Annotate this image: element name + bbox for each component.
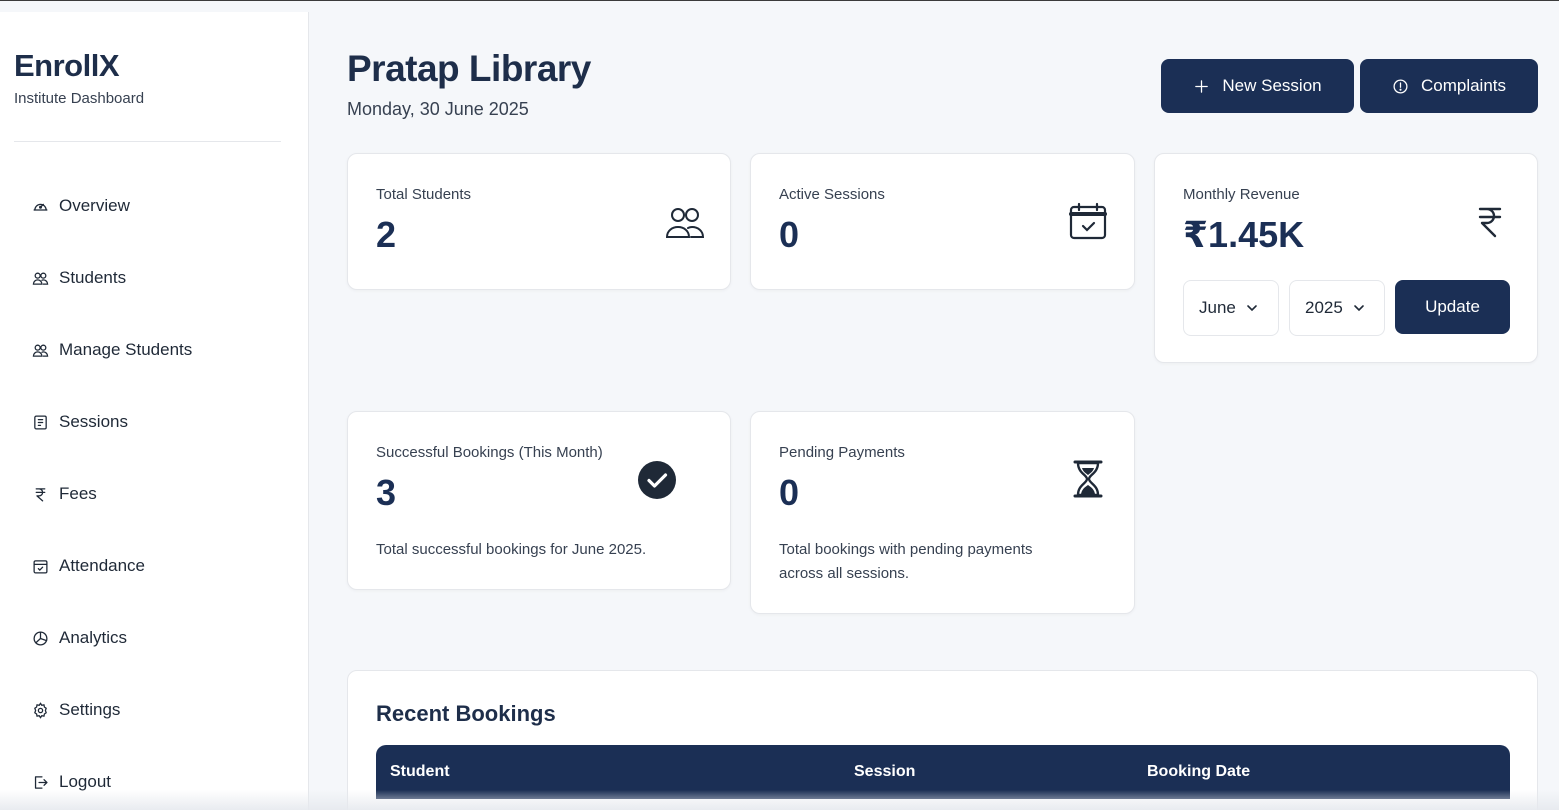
update-button[interactable]: Update [1395,280,1510,334]
sidebar-item-label: Fees [59,484,97,503]
column-header-student: Student [390,763,450,780]
sidebar-item-label: Students [59,268,127,287]
pie-chart-icon [33,630,48,646]
card-value: 0 [779,214,800,255]
sidebar-item-analytics[interactable]: Analytics [32,626,192,650]
sidebar-item-label: Attendance [59,556,146,575]
complaints-label: Complaints [1420,76,1507,95]
month-select[interactable]: June [1183,280,1279,336]
recent-bookings-panel: Recent Bookings Student Session Booking … [347,670,1538,810]
sidebar-item-students[interactable]: Students [32,266,192,290]
sidebar-item-label: Settings [59,700,121,719]
card-value: 2 [376,214,397,255]
sidebar-item-overview[interactable]: Overview [32,194,192,218]
sidebar-nav: Overview Students Manage Students Sessio… [32,194,192,810]
gauge-icon [33,203,48,211]
users-icon [665,208,705,238]
calendar-check-icon [1069,202,1107,240]
sidebar-item-label: Overview [59,196,130,215]
card-description: Total successful bookings for June 2025. [376,541,647,558]
recent-bookings-title: Recent Bookings [376,701,556,726]
page-date: Monday, 30 June 2025 [347,99,529,119]
gear-icon [34,701,47,719]
card-label: Successful Bookings (This Month) [376,444,603,461]
sidebar-item-manage-students[interactable]: Manage Students [32,338,192,362]
page-title: Pratap Library [347,48,591,89]
calendar-check-icon [33,559,48,574]
hourglass-icon [1073,460,1103,498]
active-sessions-card: Active Sessions 0 [750,153,1135,290]
brand-title: EnrollX [14,48,120,83]
users-icon [32,344,49,357]
monthly-revenue-card: Monthly Revenue ₹1.45K June 2025 Update [1154,153,1538,363]
card-value: ₹1.45K [1183,214,1305,255]
card-label: Total Students [376,186,472,203]
document-icon [34,414,47,430]
sidebar-item-attendance[interactable]: Attendance [32,554,192,578]
sidebar-item-sessions[interactable]: Sessions [32,410,192,434]
rupee-icon [1478,207,1502,238]
column-header-session: Session [854,763,916,780]
year-select-value: 2025 [1305,298,1343,317]
bottom-fade [0,790,1559,810]
card-label: Pending Payments [779,444,905,461]
column-header-booking-date: Booking Date [1147,763,1251,780]
card-description-line-1: Total bookings with pending payments [779,541,1033,558]
card-description-line-2: across all sessions. [779,565,910,582]
sidebar-item-label: Analytics [59,628,128,647]
check-circle-icon [638,461,676,499]
top-border [0,0,1559,1]
total-students-card: Total Students 2 [347,153,731,290]
logout-icon [34,775,48,789]
pending-payments-card: Pending Payments 0 Total bookings with p… [750,411,1135,614]
complaints-button[interactable]: Complaints [1360,59,1538,113]
alert-circle-icon [1393,78,1408,94]
sidebar: EnrollX Institute Dashboard Overview Stu… [0,12,309,810]
card-value: 3 [376,472,397,513]
card-label: Monthly Revenue [1183,186,1300,203]
sidebar-item-label: Logout [59,772,111,791]
users-icon [32,272,49,285]
card-label: Active Sessions [779,186,885,203]
new-session-button[interactable]: New Session [1161,59,1354,113]
month-select-value: June [1199,298,1236,317]
new-session-label: New Session [1222,76,1322,95]
brand: EnrollX Institute Dashboard [14,48,144,107]
plus-icon [1195,79,1209,93]
card-value: 0 [779,472,800,513]
rupee-icon [35,487,46,502]
successful-bookings-card: Successful Bookings (This Month) 3 Total… [347,411,731,590]
sidebar-item-label: Sessions [59,412,128,431]
year-select[interactable]: 2025 [1289,280,1385,336]
sidebar-item-settings[interactable]: Settings [32,698,192,722]
chevron-down-icon [1247,305,1257,312]
brand-subtitle: Institute Dashboard [14,90,145,107]
sidebar-item-fees[interactable]: Fees [32,482,192,506]
chevron-down-icon [1354,305,1364,312]
sidebar-divider [14,141,281,142]
sidebar-item-label: Manage Students [59,340,193,359]
